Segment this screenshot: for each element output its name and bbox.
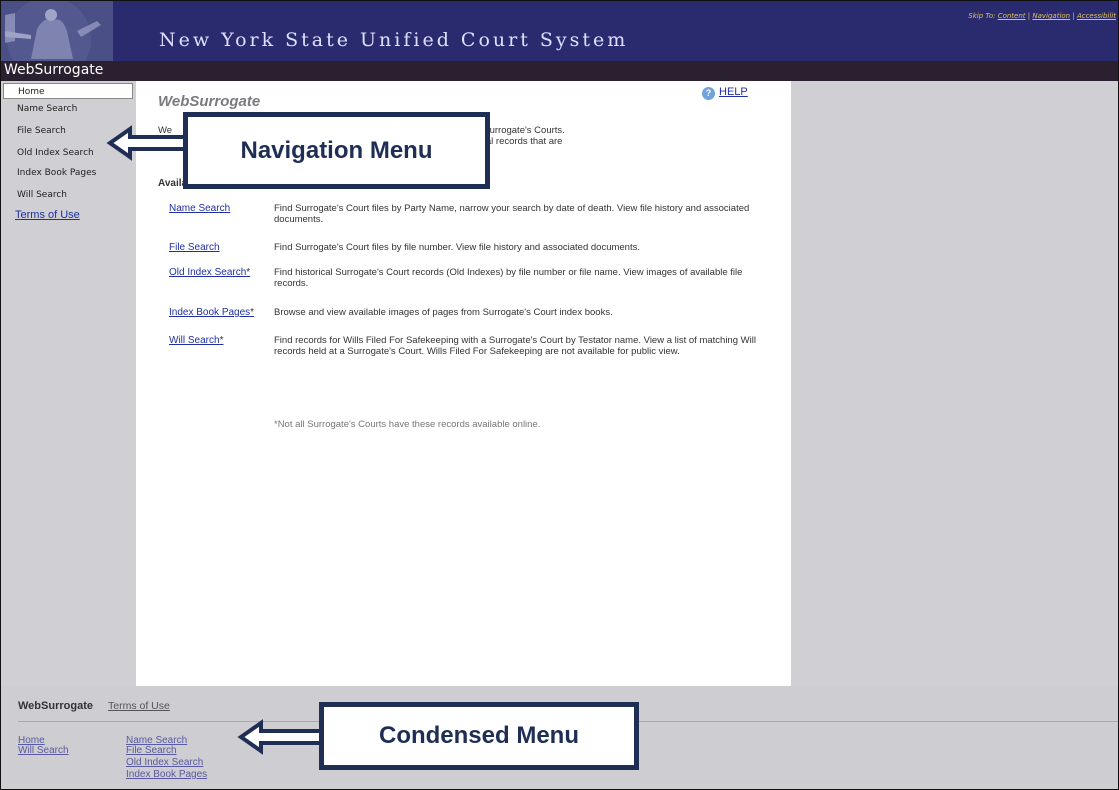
- asterisk: *: [219, 335, 224, 346]
- navigation-arrow-icon: [106, 125, 186, 161]
- option-old-index-search-link[interactable]: Old Index Search: [169, 267, 246, 278]
- skip-navigation-link[interactable]: Navigation: [1032, 12, 1070, 20]
- right-margin-panel: [791, 81, 1118, 686]
- sidebar-item-index-book-pages[interactable]: Index Book Pages: [3, 165, 133, 181]
- footer-link-will-search[interactable]: Will Search: [18, 746, 69, 756]
- option-index-book-pages-link[interactable]: Index Book Pages: [169, 307, 250, 318]
- footer-brand: WebSurrogate: [18, 700, 93, 712]
- browser-frame: New York State Unified Court System Skip…: [0, 0, 1119, 790]
- option-description: Find records for Wills Filed For Safekee…: [274, 335, 756, 357]
- footer-link-old-index-search[interactable]: Old Index Search: [126, 758, 203, 768]
- condensed-menu-callout: Condensed Menu: [319, 702, 639, 770]
- option-old-index-search: Old Index Search*: [169, 267, 250, 278]
- asterisk: *: [250, 307, 255, 318]
- help-icon[interactable]: ?: [702, 87, 715, 100]
- help-link[interactable]: HELP: [719, 86, 748, 98]
- option-link-label[interactable]: Name Search: [169, 203, 230, 214]
- condensed-arrow-icon: [237, 719, 327, 755]
- skip-label: Skip To:: [968, 12, 996, 20]
- option-index-book-pages: Index Book Pages*: [169, 307, 254, 318]
- app-name: WebSurrogate: [4, 62, 104, 78]
- skip-content-link[interactable]: Content: [998, 12, 1026, 20]
- option-description: Find historical Surrogate's Court record…: [274, 267, 743, 289]
- sidebar-item-home[interactable]: Home: [3, 83, 133, 99]
- app-title-bar: WebSurrogate: [1, 61, 1118, 81]
- site-header: New York State Unified Court System Skip…: [1, 1, 1118, 61]
- skip-accessibility-link[interactable]: Accessibilit: [1077, 12, 1116, 20]
- asterisk: *: [246, 267, 251, 278]
- option-description: Browse and view available images of page…: [274, 307, 613, 318]
- availability-footnote: *Not all Surrogate's Courts have these r…: [274, 419, 541, 430]
- option-will-search-link[interactable]: Will Search: [169, 335, 220, 346]
- navigation-menu-callout: Navigation Menu: [183, 112, 490, 189]
- option-description: Find Surrogate's Court files by file num…: [274, 242, 640, 253]
- skip-links: Skip To: Content | Navigation | Accessib…: [968, 12, 1116, 20]
- footer-link-file-search[interactable]: File Search: [126, 746, 177, 756]
- page-title: WebSurrogate: [158, 93, 261, 110]
- site-title: New York State Unified Court System: [159, 29, 629, 51]
- sidebar-terms-link[interactable]: Terms of Use: [15, 209, 80, 221]
- footer-link-index-book-pages[interactable]: Index Book Pages: [126, 770, 207, 780]
- option-file-search-link[interactable]: File Search: [169, 242, 220, 253]
- option-name-search-link[interactable]: Name Search: [169, 203, 230, 214]
- option-link-label[interactable]: File Search: [169, 242, 220, 253]
- sidebar-item-name-search[interactable]: Name Search: [3, 101, 133, 117]
- option-will-search: Will Search*: [169, 335, 223, 346]
- navigation-menu: Home Name Search File Search Old Index S…: [1, 81, 136, 686]
- sidebar-item-will-search[interactable]: Will Search: [3, 187, 133, 203]
- option-description: Find Surrogate's Court files by Party Na…: [274, 203, 750, 225]
- footer-terms-link[interactable]: Terms of Use: [108, 700, 170, 712]
- court-seal-logo[interactable]: [1, 1, 113, 61]
